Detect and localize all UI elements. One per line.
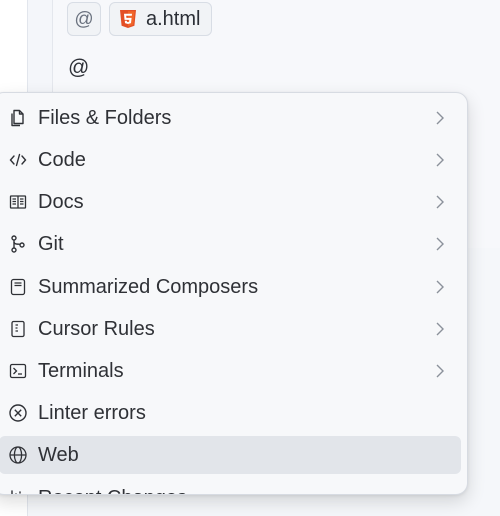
- menu-item-summarized-composers[interactable]: Summarized Composers: [0, 268, 461, 306]
- menu-item-git[interactable]: Git: [0, 225, 461, 263]
- terminal-icon: [7, 360, 29, 382]
- menu-item-label: Cursor Rules: [38, 318, 155, 340]
- menu-item-terminals[interactable]: Terminals: [0, 352, 461, 390]
- menu-item-recent-changes[interactable]: Recent Changes: [0, 479, 461, 494]
- menu-item-label: Code: [38, 149, 86, 171]
- menu-item-code[interactable]: Code: [0, 141, 461, 179]
- add-context-button[interactable]: @: [67, 2, 101, 36]
- code-icon: [7, 149, 29, 171]
- chevron-right-icon: [434, 279, 446, 295]
- at-symbol: @: [74, 8, 94, 30]
- menu-item-label: Terminals: [38, 360, 124, 382]
- recent-changes-icon: [7, 487, 29, 494]
- html5-icon: [118, 9, 138, 29]
- docs-icon: [7, 191, 29, 213]
- menu-item-linter-errors[interactable]: Linter errors: [0, 394, 461, 432]
- web-icon: [7, 444, 29, 466]
- menu-item-label: Files & Folders: [38, 107, 172, 129]
- cursor-rules-icon: [7, 318, 29, 340]
- composer-input-text[interactable]: @: [68, 56, 89, 80]
- menu-item-label: Recent Changes: [38, 486, 187, 494]
- composer-context-row: @ a.html: [67, 2, 213, 36]
- chevron-right-icon: [434, 321, 446, 337]
- menu-item-web[interactable]: Web: [0, 436, 461, 474]
- menu-item-label: Linter errors: [38, 402, 146, 424]
- chevron-right-icon: [434, 110, 446, 126]
- menu-item-label: Summarized Composers: [38, 276, 259, 298]
- context-menu: Files & Folders Code Docs Git Summarized…: [0, 92, 468, 495]
- chevron-right-icon: [434, 152, 446, 168]
- file-context-chip[interactable]: a.html: [109, 2, 213, 36]
- file-chip-name: a.html: [146, 7, 201, 30]
- menu-item-docs[interactable]: Docs: [0, 183, 461, 221]
- git-icon: [7, 233, 29, 255]
- menu-item-label: Web: [38, 444, 79, 466]
- chevron-right-icon: [434, 194, 446, 210]
- menu-item-files-folders[interactable]: Files & Folders: [0, 99, 461, 137]
- linter-errors-icon: [7, 402, 29, 424]
- menu-item-cursor-rules[interactable]: Cursor Rules: [0, 310, 461, 348]
- files-folders-icon: [7, 107, 29, 129]
- chevron-right-icon: [434, 363, 446, 379]
- menu-item-label: Git: [38, 233, 64, 255]
- menu-item-label: Docs: [38, 191, 84, 213]
- summarized-composers-icon: [7, 276, 29, 298]
- chevron-right-icon: [434, 236, 446, 252]
